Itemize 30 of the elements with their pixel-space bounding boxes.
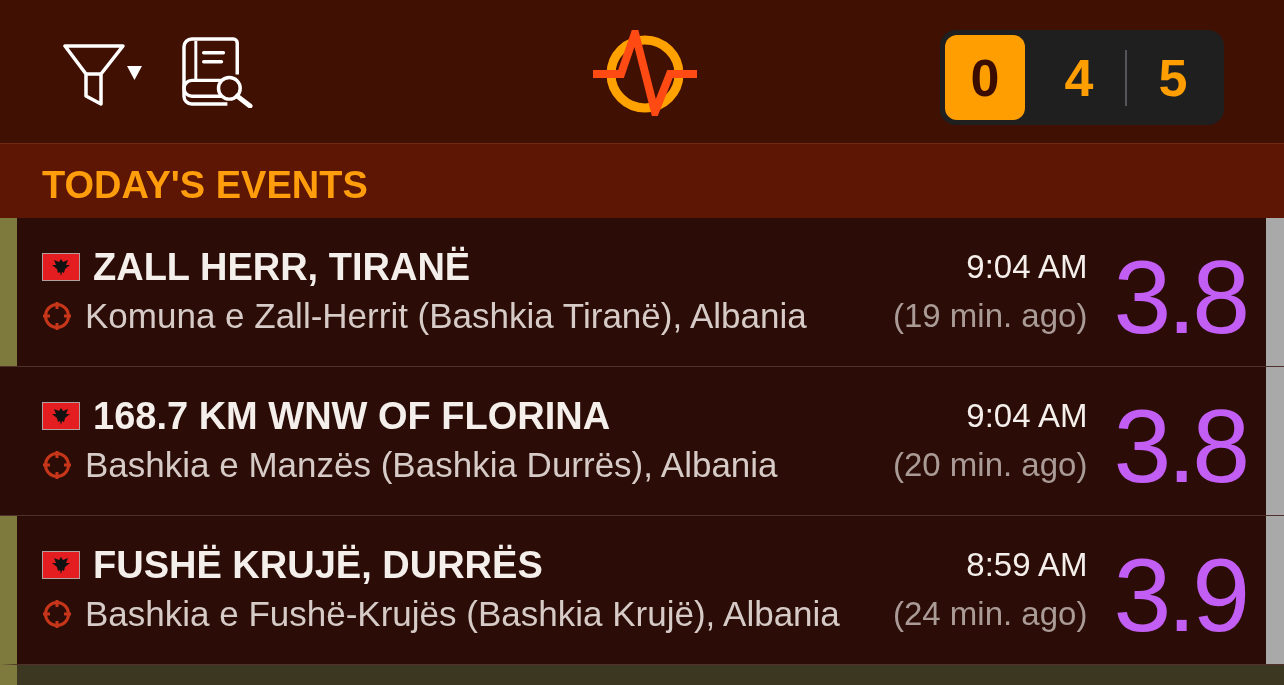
event-time: 9:04 AM <box>966 396 1088 436</box>
flag-icon <box>42 402 80 430</box>
flag-icon <box>42 551 80 579</box>
counter-segment[interactable]: 5 <box>1127 35 1219 120</box>
event-time: 8:59 AM <box>966 545 1088 585</box>
event-title: 168.7 KM WNW OF FLORINA <box>93 394 611 439</box>
event-title: ZALL HERR, TIRANË <box>93 245 471 290</box>
crosshair-icon <box>42 450 72 480</box>
event-age: (20 min. ago) <box>893 445 1088 485</box>
book-search-icon <box>182 37 255 108</box>
section-title: TODAY'S EVENTS <box>42 163 368 207</box>
event-location: Bashkia e Manzës (Bashkia Durrës), Albania <box>85 444 778 486</box>
counter-segment[interactable]: 4 <box>1033 35 1125 120</box>
counter-segment[interactable]: 0 <box>945 35 1025 120</box>
event-location: Komuna e Zall-Herrit (Bashkia Tiranë), Albania <box>85 295 807 337</box>
event-location: Bashkia e Fushë-Krujës (Bashkia Krujë), Albania <box>85 593 840 635</box>
event-age: (19 min. ago) <box>893 296 1088 336</box>
magnitude-value: 3.8 <box>1113 394 1246 498</box>
magnitude-value: 3.9 <box>1113 543 1246 647</box>
magnitude-value: 3.8 <box>1113 245 1246 349</box>
filter-button[interactable] <box>63 43 142 106</box>
event-age: (24 min. ago) <box>893 594 1088 634</box>
event-time: 9:04 AM <box>966 247 1088 287</box>
crosshair-icon <box>42 599 72 629</box>
crosshair-icon <box>42 301 72 331</box>
event-title: FUSHË KRUJË, DURRËS <box>93 543 543 588</box>
filter-icon <box>63 43 125 106</box>
book-search-button[interactable] <box>182 35 255 108</box>
caret-icon <box>127 65 142 80</box>
flag-icon <box>42 253 80 281</box>
